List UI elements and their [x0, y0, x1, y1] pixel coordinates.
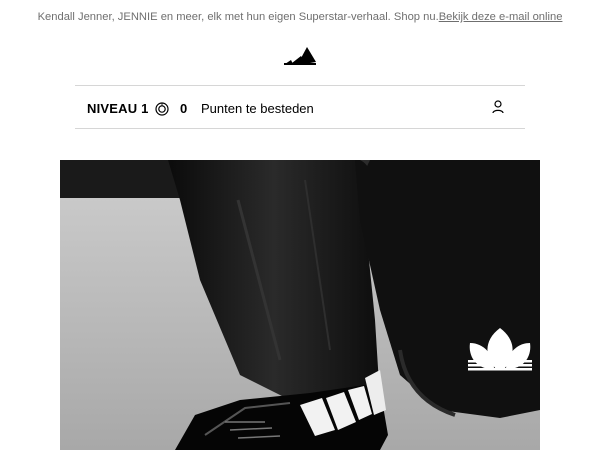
- preheader-text: Kendall Jenner, JENNIE en meer, elk met …: [37, 11, 439, 23]
- membership-bar: NIVEAU 1 0 Punten te besteden: [75, 85, 525, 129]
- adidas-logo-icon[interactable]: [283, 43, 317, 67]
- email-preheader: Kendall Jenner, JENNIE en meer, elk met …: [0, 10, 600, 24]
- points-coin-icon: [155, 102, 169, 116]
- view-online-link[interactable]: Bekijk deze e-mail online: [439, 11, 563, 23]
- points-value: 0: [180, 101, 188, 116]
- user-icon[interactable]: [491, 100, 505, 114]
- membership-level: NIVEAU 1: [87, 101, 149, 116]
- hero-image[interactable]: [60, 160, 540, 450]
- points-label: Punten te besteden: [201, 101, 314, 116]
